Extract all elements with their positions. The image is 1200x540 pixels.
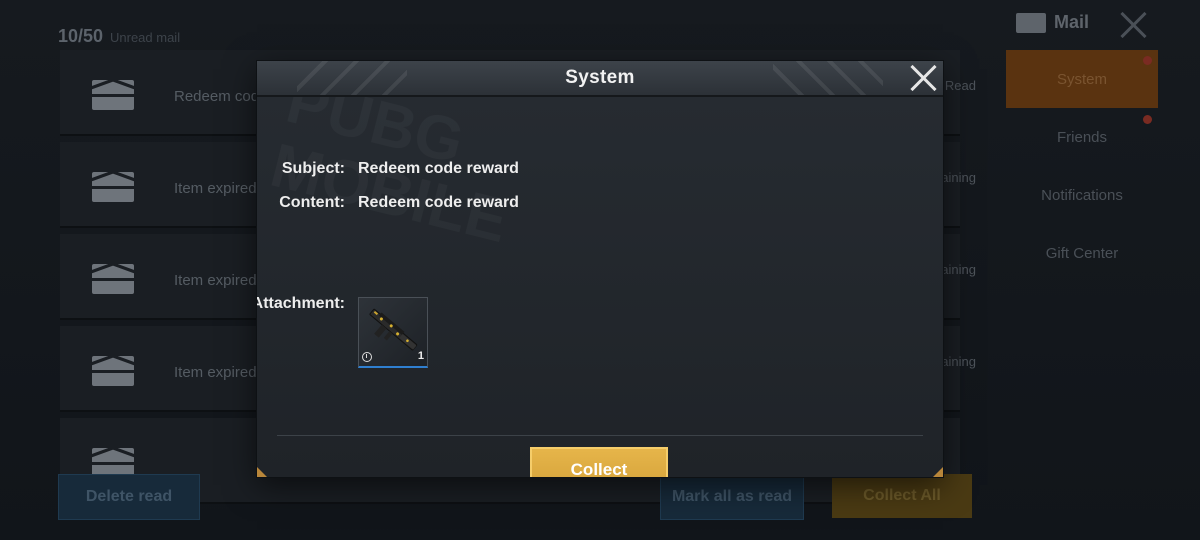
collect-all-button[interactable]: Collect All	[832, 474, 972, 518]
system-mail-dialog: System PUBGMOBILE Subject: Redeem code r…	[257, 61, 943, 477]
mail-title: Mail	[1054, 12, 1090, 32]
corner-accent	[257, 467, 267, 477]
mail-count: 10/50	[58, 26, 104, 46]
close-icon[interactable]	[909, 63, 939, 93]
delete-read-button[interactable]: Delete read	[58, 474, 200, 520]
tab-gift-center[interactable]: Gift Center	[1006, 224, 1158, 282]
dialog-title: System	[565, 67, 635, 88]
content-value: Redeem code reward	[358, 194, 519, 211]
list-item-title: Item expired	[174, 364, 257, 381]
envelope-icon	[92, 172, 134, 202]
list-item-status: Read	[944, 78, 976, 93]
divider	[277, 435, 923, 436]
dialog-header: System	[257, 61, 943, 97]
notification-dot	[1143, 115, 1152, 124]
tab-notifications[interactable]: Notifications	[1006, 166, 1158, 224]
content-label: Content:	[279, 194, 345, 211]
envelope-icon	[92, 80, 134, 110]
attachment-quantity: 1	[417, 350, 424, 362]
tab-system[interactable]: System	[1006, 50, 1158, 108]
envelope-icon	[92, 356, 134, 386]
attachment-label: Attachment:	[257, 295, 345, 312]
attachment-item[interactable]: 1	[358, 297, 428, 368]
list-item-title: Item expired	[174, 272, 257, 289]
notification-dot	[1143, 56, 1152, 65]
list-item-title: Redeem code	[174, 88, 268, 105]
corner-accent	[933, 467, 943, 477]
tab-friends[interactable]: Friends	[1006, 108, 1158, 166]
collect-button[interactable]: Collect	[530, 447, 668, 477]
clock-icon	[362, 352, 372, 362]
dialog-body: PUBGMOBILE Subject: Redeem code reward C…	[257, 97, 943, 477]
mail-icon	[1016, 12, 1046, 33]
subject-value: Redeem code reward	[358, 160, 519, 177]
mark-all-read-button[interactable]: Mark all as read	[660, 474, 804, 520]
list-item-title: Item expired	[174, 180, 257, 197]
envelope-icon	[92, 264, 134, 294]
subject-label: Subject:	[281, 160, 345, 177]
mail-header: Mail	[1016, 12, 1089, 33]
close-mail-icon[interactable]	[1118, 10, 1148, 40]
mail-count-subtitle: Unread mail	[110, 30, 181, 45]
